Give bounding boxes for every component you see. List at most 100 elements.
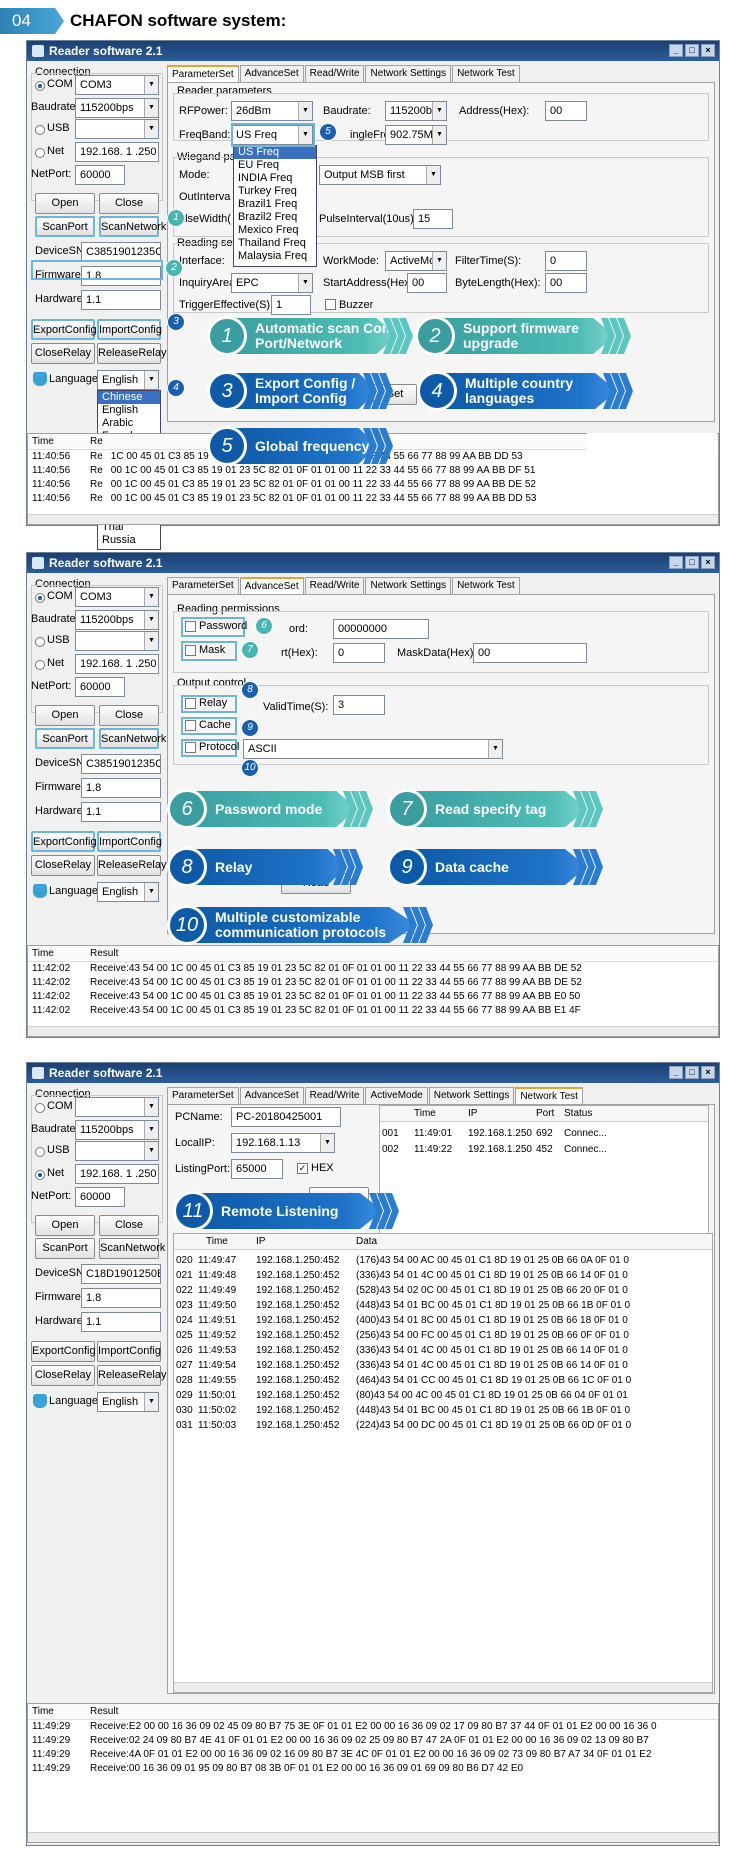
tab-networktest[interactable]: Network Test [452, 65, 520, 83]
data-row[interactable]: 031 11:50:03 192.168.1.250:452 (224)43 54 0… [174, 1418, 712, 1433]
net-radio[interactable] [35, 148, 45, 158]
close-window-button[interactable]: × [701, 1066, 715, 1079]
tab-readwrite[interactable]: Read/Write [304, 1087, 365, 1105]
freq-option[interactable]: Thailand Freq [234, 237, 316, 250]
data-row[interactable]: 029 11:50:01 192.168.1.250:452 (80)43 54 00… [174, 1388, 712, 1403]
usb-select[interactable]: ▼ [75, 1141, 159, 1161]
tab-parameterset[interactable]: ParameterSet [167, 577, 239, 595]
pulseinterval-input[interactable]: 15 [413, 209, 453, 229]
connection-row[interactable]: 002 11:49:22 192.168.1.250 452 Connec... [380, 1142, 708, 1157]
chevron-down-icon[interactable]: ▼ [432, 102, 446, 120]
closerelay-button[interactable]: CloseRelay [31, 1365, 95, 1386]
freq-option[interactable]: Brazil2 Freq [234, 211, 316, 224]
chevron-down-icon[interactable]: ▼ [298, 274, 312, 292]
chevron-down-icon[interactable]: ▼ [144, 99, 158, 117]
usb-radio[interactable] [35, 1147, 45, 1157]
exportconfig-button[interactable]: ExportConfig [31, 319, 97, 340]
open-button[interactable]: Open [35, 193, 95, 214]
language-select[interactable]: English ▼ [97, 882, 159, 902]
releaserelay-button[interactable]: ReleaseRelay [97, 855, 166, 876]
data-row[interactable]: 028 11:49:55 192.168.1.250:452 (464)43 54 0… [174, 1373, 712, 1388]
hardware-input[interactable]: 1.1 [81, 290, 161, 310]
com-port-select[interactable]: ▼ [75, 1097, 159, 1117]
tab-networktest[interactable]: Network Test [452, 577, 520, 595]
tab-parameterset[interactable]: ParameterSet [167, 1087, 239, 1105]
chevron-down-icon[interactable]: ▼ [298, 102, 312, 120]
chevron-down-icon[interactable]: ▼ [144, 883, 158, 901]
validtime-input[interactable]: 3 [333, 695, 385, 715]
firmware-input[interactable]: 1.8 [81, 1288, 161, 1308]
cache-checkbox[interactable] [185, 720, 196, 731]
com-port-select[interactable]: COM3 ▼ [75, 587, 159, 607]
tab-readwrite[interactable]: Read/Write [304, 65, 365, 83]
protocol-select[interactable]: ASCII ▼ [243, 739, 503, 759]
chevron-down-icon[interactable]: ▼ [320, 1134, 334, 1152]
connection-row[interactable]: 001 11:49:01 192.168.1.250 692 Connec... [380, 1126, 708, 1141]
trigger-input[interactable]: 1 [271, 295, 311, 315]
chevron-down-icon[interactable]: ▼ [432, 252, 446, 270]
data-row[interactable]: 030 11:50:02 192.168.1.250:452 (448)43 54 0… [174, 1403, 712, 1418]
importconfig-button[interactable]: ImportConfig [97, 831, 162, 852]
close-button[interactable]: Close [99, 1215, 159, 1236]
com-radio[interactable] [35, 81, 45, 91]
tab-readwrite[interactable]: Read/Write [304, 577, 365, 595]
closerelay-button[interactable]: CloseRelay [31, 855, 95, 876]
chevron-down-icon[interactable]: ▼ [144, 588, 158, 606]
tab-networktest[interactable]: Network Test [515, 1087, 583, 1105]
data-row[interactable]: 021 11:49:48 192.168.1.250:452 (336)43 54 0… [174, 1268, 712, 1283]
open-button[interactable]: Open [35, 705, 95, 726]
netport-input[interactable]: 60000 [75, 677, 125, 697]
horizontal-scrollbar[interactable] [174, 1682, 712, 1692]
listenport-input[interactable]: 65000 [231, 1159, 283, 1179]
freq-option[interactable]: EU Freq [234, 159, 316, 172]
tab-parameterset[interactable]: ParameterSet [167, 65, 239, 83]
output-select[interactable]: Output MSB first ▼ [319, 165, 441, 185]
mask-checkbox[interactable] [185, 645, 196, 656]
maximize-button[interactable]: □ [685, 1066, 699, 1079]
language-option[interactable]: Arabic [98, 417, 160, 430]
language-option[interactable]: Chinese [98, 391, 160, 404]
scanport-button[interactable]: ScanPort [35, 728, 95, 749]
com-port-select[interactable]: COM3 ▼ [75, 75, 159, 95]
freq-option[interactable]: Mexico Freq [234, 224, 316, 237]
minimize-button[interactable]: _ [669, 556, 683, 569]
scannetwork-button[interactable]: ScanNetwork [99, 216, 166, 237]
bytelen-input[interactable]: 00 [545, 273, 587, 293]
mask-start-input[interactable]: 0 [333, 643, 385, 663]
ip-input[interactable]: 192.168. 1 .250 [75, 142, 159, 162]
firmware-input[interactable]: 1.8 [81, 778, 161, 798]
freq-option[interactable]: Brazil1 Freq [234, 198, 316, 211]
data-row[interactable]: 025 11:49:52 192.168.1.250:452 (256)43 54 0… [174, 1328, 712, 1343]
freq-option[interactable]: Malaysia Freq [234, 250, 316, 263]
baudrate-select[interactable]: 115200bps ▼ [75, 98, 159, 118]
maximize-button[interactable]: □ [685, 556, 699, 569]
buzzer-checkbox[interactable] [325, 299, 336, 310]
tab-advanceset[interactable]: AdvanceSet [239, 65, 304, 83]
data-row[interactable]: 020 11:49:47 192.168.1.250:452 (176)43 54 0… [174, 1253, 712, 1268]
singlefreq-select[interactable]: 902.75MH ▼ [385, 125, 447, 145]
open-button[interactable]: Open [35, 1215, 95, 1236]
hardware-input[interactable]: 1.1 [81, 1312, 161, 1332]
devicesn-input[interactable]: C3851901235C82 [81, 754, 161, 774]
pcname-input[interactable]: PC-20180425001 [231, 1107, 341, 1127]
closerelay-button[interactable]: CloseRelay [31, 343, 95, 364]
releaserelay-button[interactable]: ReleaseRelay [97, 1365, 166, 1386]
scannetwork-button[interactable]: ScanNetwork [99, 1238, 165, 1259]
tab-advanceset[interactable]: AdvanceSet [239, 577, 304, 595]
netport-input[interactable]: 60000 [75, 165, 125, 185]
language-option[interactable]: English [98, 404, 160, 417]
com-radio[interactable] [35, 1103, 45, 1113]
scanport-button[interactable]: ScanPort [35, 216, 95, 237]
data-row[interactable]: 024 11:49:51 192.168.1.250:452 (400)43 54 0… [174, 1313, 712, 1328]
chevron-down-icon[interactable]: ▼ [144, 371, 158, 389]
chevron-down-icon[interactable]: ▼ [144, 632, 158, 650]
exportconfig-button[interactable]: ExportConfig [31, 1341, 96, 1362]
localip-select[interactable]: 192.168.1.13 ▼ [231, 1133, 335, 1153]
close-window-button[interactable]: × [701, 44, 715, 57]
importconfig-button[interactable]: ImportConfig [97, 319, 162, 340]
hex-checkbox[interactable]: ✓ [297, 1163, 308, 1174]
data-row[interactable]: 023 11:49:50 192.168.1.250:452 (448)43 54 0… [174, 1298, 712, 1313]
chevron-down-icon[interactable]: ▼ [144, 611, 158, 629]
language-select[interactable]: English ▼ [97, 1392, 159, 1412]
close-button[interactable]: Close [99, 193, 159, 214]
